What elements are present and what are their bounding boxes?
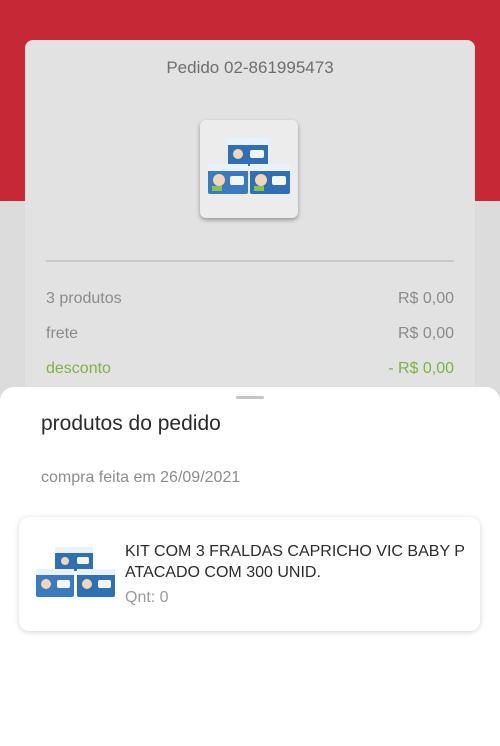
- item-quantity: Qnt: 0: [125, 589, 169, 606]
- sheet-title: produtos do pedido: [41, 412, 221, 435]
- summary-row-products: 3 produtos R$ 0,00: [46, 290, 454, 312]
- item-name: KIT COM 3 FRALDAS CAPRICHO VIC BABY P AT…: [125, 543, 465, 581]
- diaper-package-icon: [208, 138, 290, 194]
- diaper-package-icon: [36, 547, 115, 597]
- summary-label: desconto: [46, 360, 111, 377]
- summary-value: R$ 0,00: [397, 325, 454, 342]
- summary-row-shipping: frete R$ 0,00: [46, 325, 454, 347]
- order-summary-card: Pedido 02-861995473 3 produtos R$ 0,00 f…: [25, 40, 475, 400]
- order-products-sheet: produtos do pedido compra feita em 26/09…: [0, 387, 500, 746]
- order-title: Pedido 02-861995473: [166, 58, 334, 77]
- summary-value: R$ 0,00: [397, 290, 454, 307]
- order-product-thumbnail[interactable]: [200, 120, 298, 218]
- order-item-card[interactable]: KIT COM 3 FRALDAS CAPRICHO VIC BABY P AT…: [19, 517, 480, 631]
- summary-value: - R$ 0,00: [388, 360, 454, 377]
- summary-label: frete: [46, 325, 79, 342]
- summary-label: 3 produtos: [46, 290, 122, 307]
- purchase-date: compra feita em 26/09/2021: [41, 469, 241, 486]
- summary-divider: [46, 260, 454, 262]
- summary-row-discount: desconto - R$ 0,00: [46, 360, 454, 382]
- sheet-drag-handle[interactable]: [236, 396, 264, 399]
